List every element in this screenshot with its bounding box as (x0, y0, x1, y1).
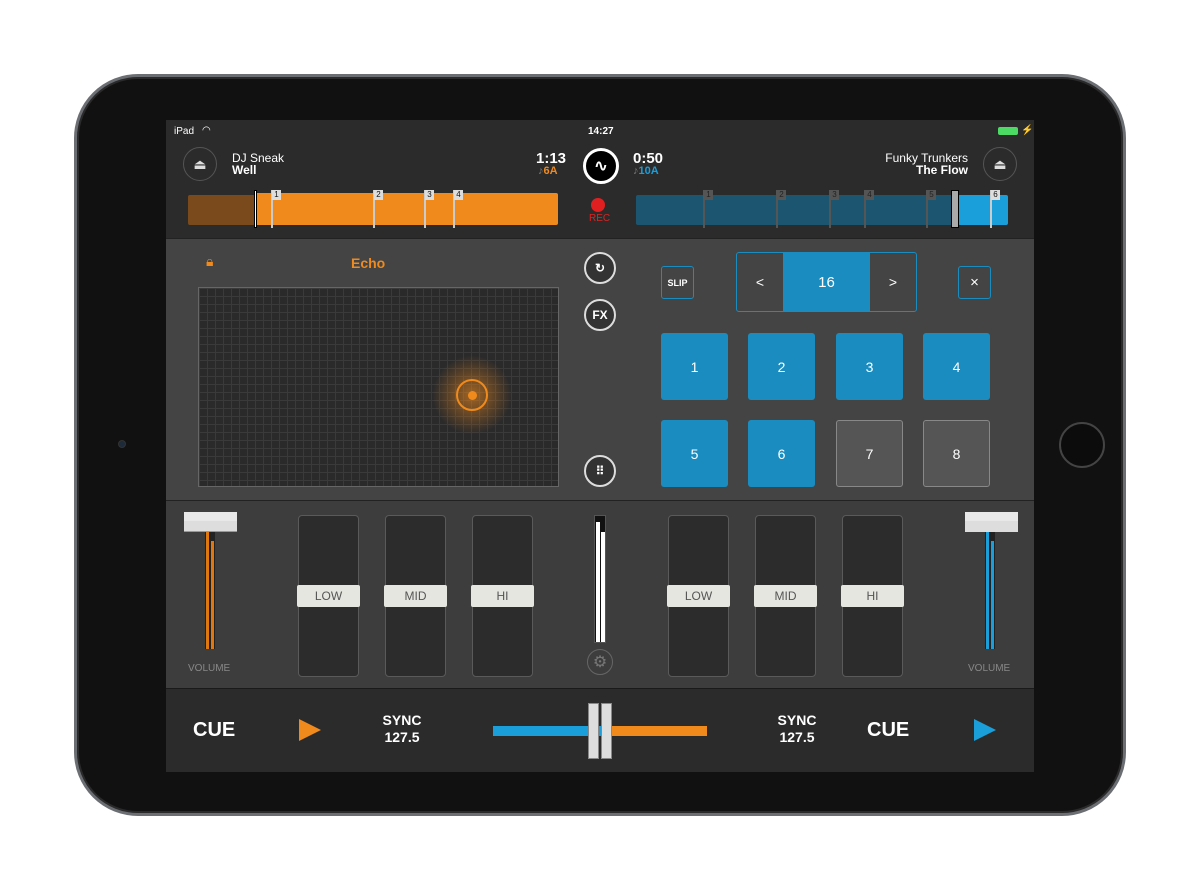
eq-b-mid-knob[interactable]: MID (754, 585, 817, 607)
clock: 14:27 (588, 126, 614, 137)
play-a-icon[interactable] (299, 719, 321, 741)
hotcue-pad-8[interactable]: 8 (923, 420, 990, 487)
deck-a-info: DJ Sneak Well (232, 152, 284, 176)
crossfader-b-side (601, 726, 707, 736)
title-b: The Flow (916, 163, 968, 177)
deck-b-info: Funky Trunkers The Flow (885, 152, 968, 176)
screen: iPad ◠ 14:27 ⚡ ⏏ DJ Sneak Well 1:13 ♪6A … (166, 120, 1034, 772)
fx-section: 🔒︎ Echo ↻ FX ⠿ SLIP < 16 > × 1234 5678 (166, 238, 1034, 500)
hotcue-pad-2[interactable]: 2 (748, 333, 815, 400)
eq-b-hi-knob[interactable]: HI (841, 585, 904, 607)
volume-b-label: VOLUME (968, 663, 1011, 674)
crossfader-handle[interactable] (588, 703, 612, 759)
key-a: ♪6A (538, 165, 558, 177)
crossfader-a-side (493, 726, 601, 736)
cue-b-button[interactable]: CUE (867, 719, 909, 742)
key-b: ♪10A (633, 165, 659, 177)
wifi-icon: ◠ (202, 125, 211, 136)
xy-pad[interactable] (198, 287, 559, 487)
master-meter (594, 515, 606, 643)
settings-gear-icon[interactable]: ⚙ (587, 649, 613, 675)
playhead-a[interactable] (254, 190, 257, 228)
cue-a-button[interactable]: CUE (193, 719, 235, 742)
eq-a-low-knob[interactable]: LOW (297, 585, 360, 607)
eject-b-button[interactable]: ⏏ (983, 147, 1017, 181)
battery-icon (998, 127, 1018, 135)
lock-icon[interactable]: 🔒︎ (206, 253, 213, 270)
volume-b-fader[interactable] (965, 512, 1018, 532)
fx-button[interactable]: FX (584, 299, 616, 331)
mixer: VOLUME LOW MID HI LOW MID HI ⚙ VOLUME (166, 500, 1034, 688)
hotcue-pad-6[interactable]: 6 (748, 420, 815, 487)
sync-b-button[interactable]: SYNC 127.5 (767, 712, 827, 746)
rec-label: REC (589, 213, 611, 224)
playhead-b[interactable] (951, 190, 959, 228)
close-button[interactable]: × (958, 266, 991, 299)
record-button[interactable] (591, 198, 605, 212)
loop-size-selector: < 16 > (736, 252, 917, 312)
charging-icon: ⚡ (1021, 125, 1034, 136)
sync-a-button[interactable]: SYNC 127.5 (372, 712, 432, 746)
device-label: iPad (174, 126, 195, 137)
logo-waveform-icon[interactable]: ∿ (583, 148, 619, 184)
volume-a-label: VOLUME (188, 663, 231, 674)
grid-icon[interactable]: ⠿ (584, 455, 616, 487)
transport: CUE SYNC 127.5 SYNC 127.5 CUE (166, 688, 1034, 772)
loop-prev-button[interactable]: < (737, 253, 783, 311)
meter-a (206, 531, 209, 649)
loop-icon[interactable]: ↻ (584, 252, 616, 284)
hotcue-pad-3[interactable]: 3 (836, 333, 903, 400)
volume-a-fader[interactable] (184, 512, 237, 532)
hotcue-pad-5[interactable]: 5 (661, 420, 728, 487)
fx-name[interactable]: Echo (351, 255, 385, 271)
hotcue-pad-7[interactable]: 7 (836, 420, 903, 487)
waveform-a[interactable]: 1 2 3 4 (188, 190, 558, 228)
meter-b (986, 531, 989, 649)
camera (118, 440, 126, 448)
title-a: Well (232, 163, 257, 177)
loop-size-value: 16 (783, 253, 870, 311)
home-button[interactable] (1059, 422, 1105, 468)
eject-a-button[interactable]: ⏏ (183, 147, 217, 181)
xy-cursor[interactable] (456, 379, 488, 411)
eq-b-low-knob[interactable]: LOW (667, 585, 730, 607)
slip-button[interactable]: SLIP (661, 266, 694, 299)
eq-a-mid-knob[interactable]: MID (384, 585, 447, 607)
waveform-b[interactable]: 1 2 3 4 5 6 (636, 190, 1011, 228)
play-b-icon[interactable] (974, 719, 996, 741)
hotcue-pad-1[interactable]: 1 (661, 333, 728, 400)
loop-next-button[interactable]: > (870, 253, 916, 311)
eq-a-hi-knob[interactable]: HI (471, 585, 534, 607)
hotcue-pad-4[interactable]: 4 (923, 333, 990, 400)
